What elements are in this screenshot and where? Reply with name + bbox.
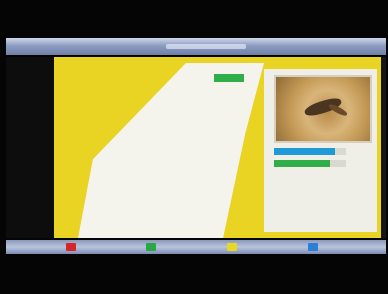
parameter-list [80,66,250,222]
parameter-row[interactable] [80,123,250,131]
parameter-row[interactable] [80,66,250,74]
parameter-row-selected[interactable] [80,74,250,83]
parameter-row[interactable] [80,99,250,107]
content-area [6,57,386,238]
info-row [274,209,370,217]
info-row [274,173,370,181]
video-preview [274,75,372,143]
signal-meters [274,147,370,171]
title-accent [166,44,246,49]
parameter-row[interactable] [80,205,250,213]
info-panel [264,69,377,232]
parameter-row[interactable] [80,172,250,180]
red-key-button[interactable] [66,243,76,251]
parameter-row[interactable] [80,213,250,221]
parameter-row[interactable] [80,148,250,156]
parameter-row[interactable] [80,189,250,197]
yellow-key-button[interactable] [227,243,237,251]
tv-screen [0,0,388,294]
signal-quality-fill [274,160,331,167]
signal-strength-track [274,148,346,155]
signal-strength-fill [274,148,336,155]
parameter-row[interactable] [80,156,250,164]
info-row [274,182,370,190]
info-row [274,200,370,208]
parameter-row[interactable] [80,181,250,189]
signal-strength-meter [274,147,370,156]
parameter-row[interactable] [80,132,250,140]
signal-quality-track [274,160,346,167]
parameter-row[interactable] [80,91,250,99]
green-key-button[interactable] [146,243,156,251]
parameter-row[interactable] [80,197,250,205]
info-rows [274,173,370,218]
title-bar [6,38,386,55]
selected-value-highlight [214,74,244,83]
info-row [274,191,370,199]
signal-quality-meter [274,159,370,168]
parameter-row[interactable] [80,115,250,123]
parameter-row[interactable] [80,82,250,90]
parameter-row[interactable] [80,107,250,115]
function-key-bar [6,240,386,254]
parameter-row[interactable] [80,140,250,148]
parameter-row[interactable] [80,164,250,172]
blue-key-button[interactable] [308,243,318,251]
left-dark-strip [6,57,54,238]
